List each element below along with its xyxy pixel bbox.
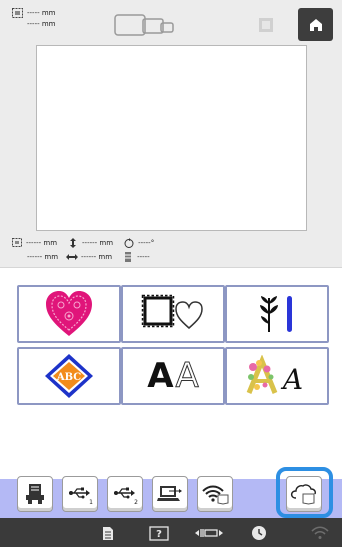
position-info-row: ------ mm ------ mm ----- — [27, 252, 150, 262]
font-a-outline: A — [175, 356, 199, 397]
pattern-preview-area — [36, 45, 307, 231]
help-button[interactable]: ? — [148, 524, 170, 542]
floral-alphabet-icon: A — [246, 355, 303, 396]
monogram-letters: ABC — [56, 372, 81, 383]
manual-button[interactable] — [100, 524, 116, 542]
pattern-size-readout: ----- mm ----- mm — [12, 8, 56, 30]
pattern-info-panel: ----- mm ----- mm ------ mm ------ mm --… — [0, 0, 342, 267]
script-letter: A — [280, 363, 303, 396]
frame-display-icon — [259, 18, 273, 32]
horizontal-move-icon — [66, 254, 79, 260]
width-readout: ----- mm — [27, 9, 56, 17]
height-readout: ----- mm — [27, 20, 56, 28]
frame-display-button[interactable] — [250, 10, 282, 40]
embroidery-patterns-button[interactable] — [17, 285, 121, 343]
vertical-move-icon — [70, 238, 77, 248]
frame-heart-icon — [141, 294, 203, 329]
frame-patterns-button[interactable] — [121, 285, 225, 343]
font-a-solid: A — [147, 356, 174, 396]
thread-spool-icon — [125, 252, 132, 262]
rotate-icon — [124, 238, 134, 248]
vertical-move-value: ------ mm — [82, 239, 114, 247]
size-icon — [12, 8, 23, 18]
monogram-diamond-icon: ABC — [45, 354, 93, 398]
thread-tension-button[interactable] — [193, 524, 227, 542]
message-band — [0, 478, 342, 519]
panel-divider — [0, 267, 342, 268]
utility-stitches-button[interactable] — [225, 285, 329, 343]
leaf-stitch-icon — [260, 296, 292, 332]
svg-text:?: ? — [156, 529, 162, 540]
needle-position-icon — [195, 529, 223, 537]
hoop-size-icon — [114, 14, 174, 36]
size-icon — [12, 238, 22, 247]
rotate-value: -----° — [138, 239, 155, 247]
document-icon — [103, 526, 113, 540]
monogram-button[interactable]: ABC — [17, 347, 121, 405]
alphabet-fonts-button[interactable]: A A — [121, 347, 225, 405]
help-icon: ? — [149, 525, 169, 541]
home-icon — [309, 18, 322, 31]
wireless-status[interactable] — [310, 524, 330, 542]
timer-button[interactable] — [250, 524, 268, 542]
lace-heart-icon — [46, 291, 92, 336]
clock-icon — [252, 526, 266, 540]
home-button[interactable] — [298, 8, 333, 41]
horizontal-move-value: ------ mm — [81, 253, 113, 261]
size-info-row: ------ mm ------ mm -----° — [12, 238, 154, 248]
size-width-value: ------ mm — [26, 239, 58, 247]
size-height-value: ------ mm — [27, 253, 59, 261]
wifi-icon — [311, 526, 329, 539]
status-bar: ? — [0, 518, 342, 547]
decorative-alphabet-button[interactable]: A — [225, 347, 329, 405]
thread-value: ----- — [137, 253, 150, 261]
